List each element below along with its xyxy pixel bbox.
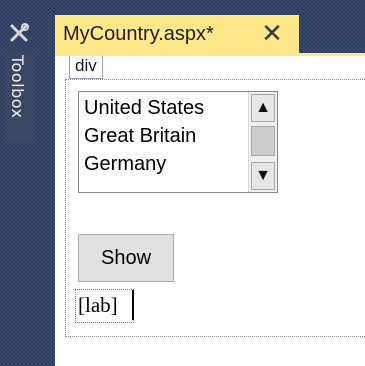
list-item[interactable]: Germany (84, 150, 249, 178)
list-item[interactable]: Great Britain (84, 122, 249, 150)
country-listbox[interactable]: United States Great Britain Germany ▲ ▼ (78, 91, 278, 193)
scroll-thumb[interactable] (251, 126, 275, 156)
close-icon[interactable]: ✕ (259, 20, 285, 46)
list-item[interactable]: United States (84, 94, 249, 122)
text-caret (132, 290, 134, 320)
design-surface[interactable]: div United States Great Britain Germany … (55, 56, 365, 366)
toolbox-strip: Toolbox (0, 0, 40, 366)
tab-title[interactable]: MyCountry.aspx* (63, 23, 214, 46)
tab-mycountry[interactable]: MyCountry.aspx* ✕ (55, 15, 299, 53)
listbox-items: United States Great Britain Germany (84, 94, 249, 178)
toolbox-icon[interactable] (7, 22, 31, 46)
scroll-up-icon[interactable]: ▲ (251, 94, 275, 122)
toolbox-label[interactable]: Toolbox (8, 55, 27, 119)
label-control[interactable]: [lab] (75, 289, 134, 323)
scroll-down-icon[interactable]: ▼ (251, 162, 275, 190)
show-button[interactable]: Show (78, 234, 174, 282)
div-tag-label[interactable]: div (69, 56, 103, 79)
listbox-scrollbar[interactable]: ▲ ▼ (248, 92, 277, 192)
